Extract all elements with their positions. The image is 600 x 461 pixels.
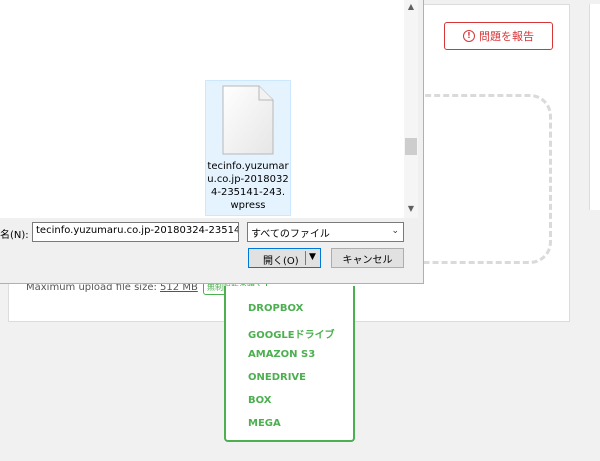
- chevron-down-icon: ⌄: [391, 226, 399, 236]
- report-problem-button[interactable]: ! 問題を報告: [444, 22, 553, 50]
- import-from-onedrive[interactable]: ONEDRIVE: [248, 372, 306, 383]
- import-from-amazon-s3[interactable]: AMAZON S3: [248, 349, 315, 360]
- dropdown-arrow-icon[interactable]: ▼: [309, 252, 316, 262]
- file-item-name: tecinfo.yuzumaru.co.jp-20180324-235141-2…: [207, 161, 289, 211]
- filename-label: 名(N):: [0, 230, 29, 241]
- vertical-scrollbar[interactable]: ▲ ▼: [404, 0, 418, 218]
- cancel-button-label: キャンセル: [342, 254, 393, 266]
- report-problem-label: 問題を報告: [479, 30, 534, 43]
- import-from-dropbox[interactable]: DROPBOX: [248, 303, 303, 314]
- open-button-label: 開く(O): [263, 256, 299, 267]
- split-divider: [305, 251, 306, 265]
- filetype-selected-value: すべてのファイル: [251, 229, 330, 240]
- import-source-menu: DROPBOX GOOGLEドライブ AMAZON S3 ONEDRIVE BO…: [224, 286, 355, 442]
- open-button[interactable]: 開く(O) ▼: [248, 248, 321, 268]
- filename-input[interactable]: tecinfo.yuzumaru.co.jp-20180324-235141-2…: [32, 222, 239, 242]
- exclamation-circle-icon: !: [463, 30, 475, 42]
- cancel-button[interactable]: キャンセル: [331, 248, 404, 268]
- document-icon: [222, 85, 274, 155]
- scroll-down-icon[interactable]: ▼: [404, 204, 418, 213]
- filetype-select[interactable]: すべてのファイル ⌄: [247, 222, 404, 242]
- import-from-box[interactable]: BOX: [248, 395, 271, 406]
- scrollbar-thumb[interactable]: [405, 138, 417, 155]
- file-list-area[interactable]: tecinfo.yuzumaru.co.jp-20180324-235141-2…: [0, 0, 418, 218]
- import-from-google-drive[interactable]: GOOGLEドライブ: [248, 326, 335, 341]
- right-column: [589, 4, 600, 210]
- file-open-dialog: tecinfo.yuzumaru.co.jp-20180324-235141-2…: [0, 0, 424, 284]
- import-from-mega[interactable]: MEGA: [248, 418, 281, 429]
- scroll-up-icon[interactable]: ▲: [404, 2, 418, 11]
